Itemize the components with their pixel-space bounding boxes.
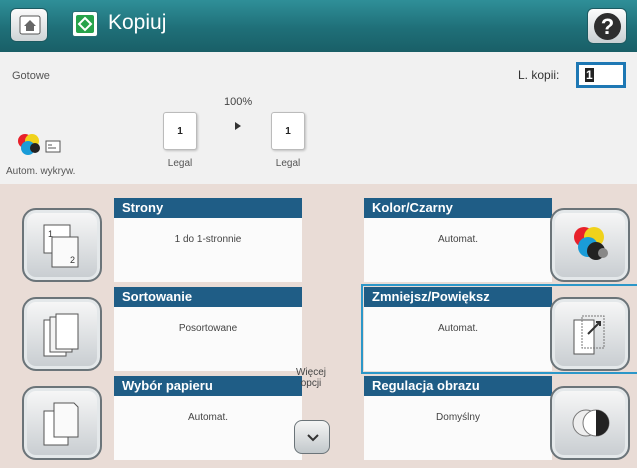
option-value: Automat. xyxy=(187,412,229,423)
option-title: Zmniejsz/Powiększ xyxy=(364,287,552,307)
duplex-pages-icon: 1 2 xyxy=(22,208,102,282)
option-title: Wybór papieru xyxy=(114,376,302,396)
collate-icon xyxy=(22,297,102,371)
chevron-down-icon xyxy=(307,434,319,442)
help-button[interactable]: ? xyxy=(587,8,627,44)
option-body xyxy=(364,394,552,460)
option-regulacja-obrazu[interactable]: Regulacja obrazu Domyślny xyxy=(364,376,637,460)
output-page-icon: 1 xyxy=(271,112,305,150)
option-sortowanie[interactable]: Sortowanie Posortowane xyxy=(22,287,302,371)
option-wybor-papieru[interactable]: Wybór papieru Automat. xyxy=(22,376,302,460)
copy-app-icon xyxy=(72,11,98,37)
option-value: Automat. xyxy=(437,234,479,245)
status-text: Gotowe xyxy=(12,70,50,82)
option-title: Strony xyxy=(114,198,302,218)
help-icon: ? xyxy=(594,13,621,40)
svg-text:2: 2 xyxy=(70,255,75,265)
option-value: Automat. xyxy=(437,323,479,334)
source-page-icon: 1 xyxy=(163,112,197,150)
option-kolor-czarny[interactable]: Kolor/Czarny Automat. xyxy=(364,198,637,282)
auto-detect-icon xyxy=(18,134,61,155)
option-title: Sortowanie xyxy=(114,287,302,307)
option-value: 1 do 1-stronnie xyxy=(174,234,242,245)
title-bar: Kopiuj ? xyxy=(0,0,637,52)
image-adjust-icon xyxy=(550,386,630,460)
source-page-label: Legal xyxy=(167,158,193,169)
home-button[interactable] xyxy=(10,8,48,42)
option-body xyxy=(364,305,552,371)
paper-select-icon xyxy=(22,386,102,460)
copies-input[interactable]: 1 xyxy=(576,62,626,88)
option-body xyxy=(364,216,552,282)
output-page-label: Legal xyxy=(275,158,301,169)
option-value: Posortowane xyxy=(178,323,238,334)
page-title: Kopiuj xyxy=(108,11,167,34)
option-title: Kolor/Czarny xyxy=(364,198,552,218)
option-body xyxy=(114,394,302,460)
color-mode-icon xyxy=(550,208,630,282)
option-strony[interactable]: 1 2 Strony 1 do 1-stronnie xyxy=(22,198,302,282)
zoom-level: 100% xyxy=(224,96,253,108)
more-options-button[interactable] xyxy=(294,420,330,454)
copies-value: 1 xyxy=(585,68,594,82)
copies-label: L. kopii: xyxy=(518,68,560,82)
more-options-label: Więcej opcji xyxy=(295,367,326,389)
arrow-right-icon xyxy=(235,122,241,130)
option-value: Domyślny xyxy=(436,412,480,423)
status-area: Gotowe L. kopii: 1 100% 1 Legal 1 Legal … xyxy=(0,52,637,184)
option-body xyxy=(114,216,302,282)
option-zmniejsz-powieksz[interactable]: Zmniejsz/Powiększ Automat. xyxy=(361,284,637,374)
reduce-enlarge-icon xyxy=(550,297,630,371)
option-title: Regulacja obrazu xyxy=(364,376,552,396)
auto-detect-label: Autom. wykryw. xyxy=(6,166,76,177)
home-icon xyxy=(19,15,41,35)
option-body xyxy=(114,305,302,371)
